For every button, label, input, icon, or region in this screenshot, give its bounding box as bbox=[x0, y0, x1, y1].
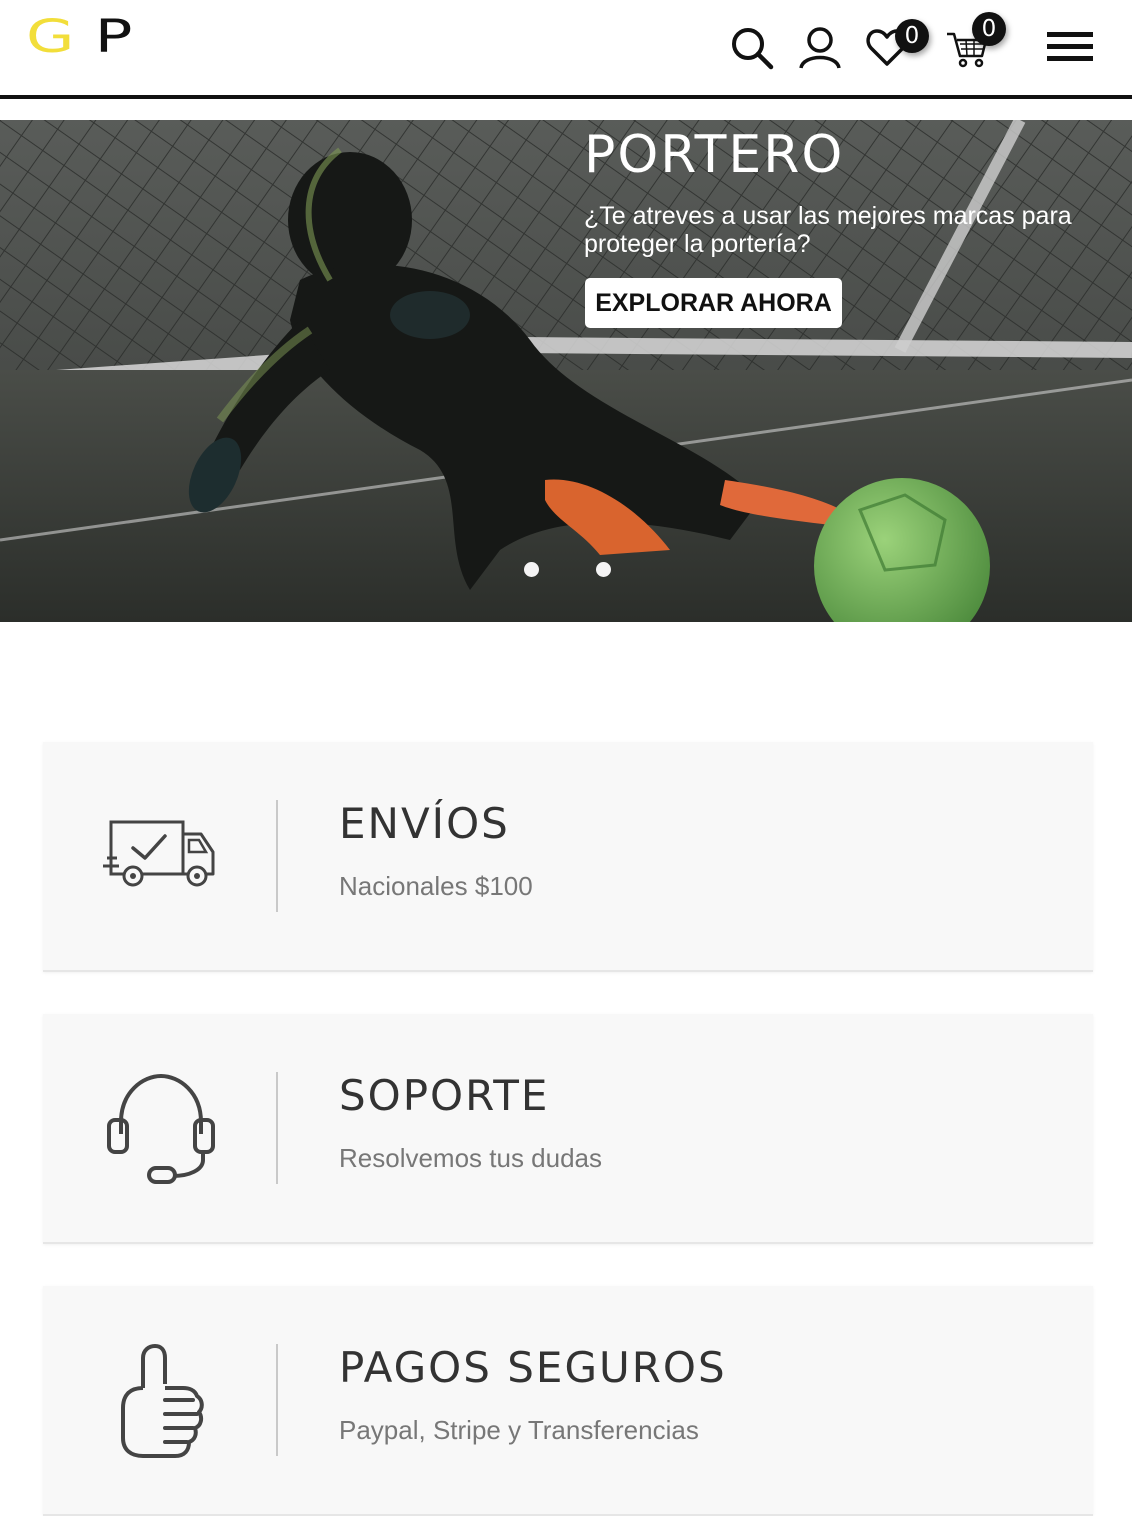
gp-logo[interactable]: G P bbox=[26, 10, 154, 66]
header-divider bbox=[0, 95, 1132, 99]
hero-title: PORTERO bbox=[584, 125, 845, 185]
slider-dot-1[interactable] bbox=[524, 562, 539, 577]
search-icon[interactable] bbox=[730, 26, 774, 70]
feature-card-payments: PAGOS SEGUROS Paypal, Stripe y Transfere… bbox=[43, 1286, 1093, 1516]
feature-card-support: SOPORTE Resolvemos tus dudas bbox=[43, 1014, 1093, 1244]
truck-icon bbox=[103, 814, 219, 914]
hamburger-menu-icon[interactable] bbox=[1047, 30, 1093, 64]
logo-letter-p: P bbox=[95, 14, 133, 63]
cart-count-badge: 0 bbox=[972, 12, 1006, 46]
card-divider bbox=[276, 800, 278, 912]
shipping-subtitle: Nacionales $100 bbox=[339, 871, 533, 901]
headset-icon bbox=[103, 1072, 219, 1184]
site-header: G P 0 0 bbox=[0, 0, 1132, 96]
slider-dot-2[interactable] bbox=[596, 562, 611, 577]
payments-title: PAGOS SEGUROS bbox=[339, 1343, 727, 1392]
support-title: SOPORTE bbox=[339, 1071, 550, 1120]
card-divider bbox=[276, 1344, 278, 1456]
card-divider bbox=[276, 1072, 278, 1184]
support-subtitle: Resolvemos tus dudas bbox=[339, 1143, 603, 1173]
hero-background-image bbox=[0, 120, 1132, 622]
feature-card-shipping: ENVÍOS Nacionales $100 bbox=[43, 742, 1093, 972]
explore-now-button[interactable]: EXPLORAR AHORA bbox=[585, 278, 842, 328]
user-icon[interactable] bbox=[798, 26, 842, 70]
hero-slider: PORTERO ¿Te atreves a usar las mejores m… bbox=[0, 120, 1132, 622]
thumbs-up-icon bbox=[103, 1343, 219, 1458]
wishlist-count-badge: 0 bbox=[895, 19, 929, 53]
shipping-title: ENVÍOS bbox=[339, 799, 510, 848]
payments-subtitle: Paypal, Stripe y Transferencias bbox=[339, 1415, 699, 1445]
logo-letter-g: G bbox=[26, 14, 74, 63]
hero-description: ¿Te atreves a usar las mejores marcas pa… bbox=[584, 202, 1072, 258]
